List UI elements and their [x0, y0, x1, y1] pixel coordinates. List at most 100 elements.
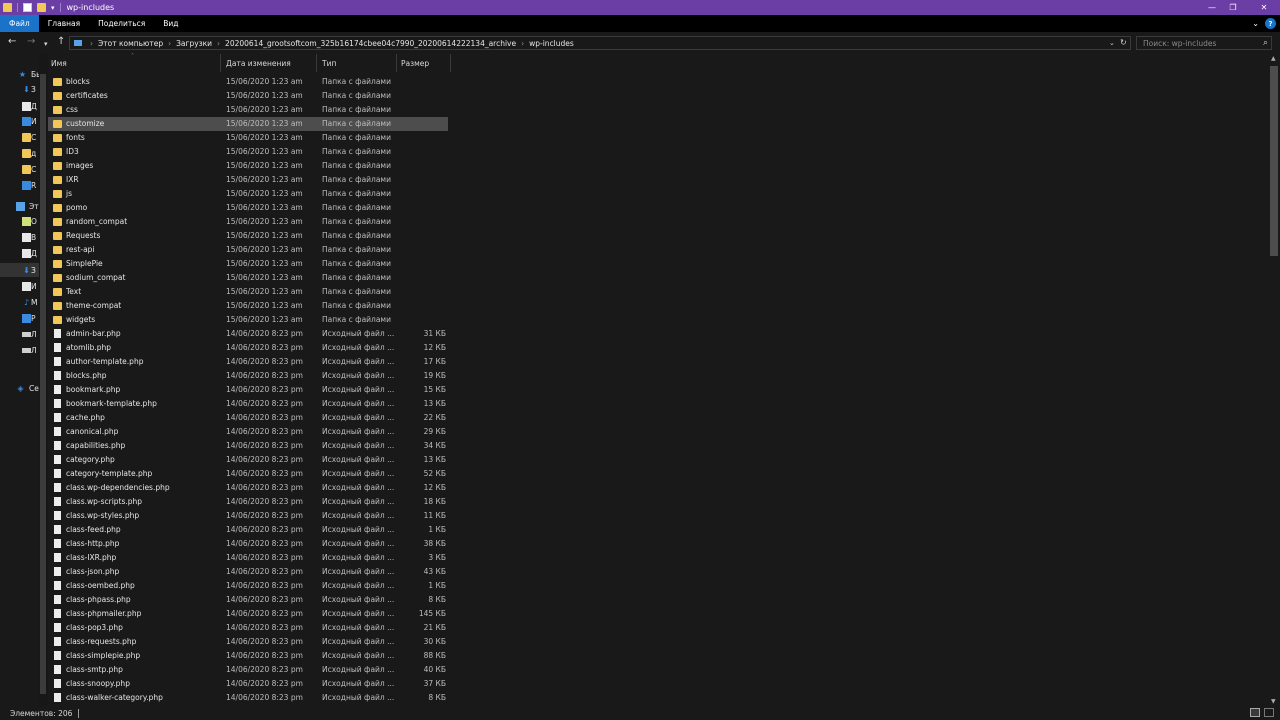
file-row[interactable]: canonical.php 14/06/2020 8:23 pm Исходный … [48, 425, 448, 439]
column-header-name[interactable]: Имя [51, 54, 219, 72]
refresh-icon[interactable]: ↻ [1120, 38, 1127, 47]
file-list-scrollbar[interactable]: ▲ ▼ [1268, 54, 1280, 706]
tab-home[interactable]: Главная [39, 15, 89, 32]
file-row[interactable]: class-pop3.php 14/06/2020 8:23 pm Исходный… [48, 621, 448, 635]
nav-item-drive[interactable]: Л [0, 327, 39, 341]
folder-row[interactable]: js 15/06/2020 1:23 am Папка с файлами [48, 187, 448, 201]
folder-row[interactable]: css 15/06/2020 1:23 am Папка с файлами [48, 103, 448, 117]
file-row[interactable]: class.wp-styles.php 14/06/2020 8:23 pm Исх… [48, 509, 448, 523]
nav-item-3d-objects[interactable]: О [0, 214, 39, 228]
maximize-button[interactable]: ❐ [1217, 0, 1249, 15]
back-arrow-icon[interactable]: ← [8, 36, 16, 48]
folder-row[interactable]: blocks 15/06/2020 1:23 am Папка с файлами [48, 75, 448, 89]
file-row[interactable]: class-smtp.php 14/06/2020 8:23 pm Исходный… [48, 663, 448, 677]
nav-item-documents[interactable]: Д [0, 246, 39, 260]
nav-item-quick-access[interactable]: ★ Бы [0, 67, 39, 81]
tab-view[interactable]: Вид [154, 15, 187, 32]
folder-row[interactable]: SimplePie 15/06/2020 1:23 am Папка с файла… [48, 257, 448, 271]
divider[interactable] [220, 54, 221, 72]
nav-item-folder[interactable]: д [0, 146, 39, 160]
file-row[interactable]: blocks.php 14/06/2020 8:23 pm Исходный фай… [48, 369, 448, 383]
large-icons-view-icon[interactable] [1264, 708, 1274, 717]
folder-row[interactable]: random_compat 15/06/2020 1:23 am Папка с ф… [48, 215, 448, 229]
file-row[interactable]: capabilities.php 14/06/2020 8:23 pm Исходн… [48, 439, 448, 453]
divider[interactable] [316, 54, 317, 72]
divider[interactable] [450, 54, 451, 72]
tab-share[interactable]: Поделиться [89, 15, 154, 32]
nav-item-this-pc[interactable]: Эт [0, 199, 39, 213]
folder-row[interactable]: customize 15/06/2020 1:23 am Папка с файла… [48, 117, 448, 131]
file-row[interactable]: class-walker-category.php 14/06/2020 8:23… [48, 691, 448, 705]
file-row[interactable]: class-simplepie.php 14/06/2020 8:23 pm Исх… [48, 649, 448, 663]
scroll-up-icon[interactable]: ▲ [1271, 55, 1276, 62]
forward-arrow-icon[interactable]: → [27, 36, 35, 48]
search-input[interactable]: Поиск: wp-includes ⌕ [1136, 36, 1272, 50]
breadcrumb-item[interactable]: 20200614_grootsoftcom_325b16174cbee04c79… [225, 39, 516, 48]
file-row[interactable]: category.php 14/06/2020 8:23 pm Исходный ф… [48, 453, 448, 467]
nav-item-documents[interactable]: Д [0, 99, 39, 113]
divider[interactable] [396, 54, 397, 72]
column-header-date[interactable]: Дата изменения [226, 54, 316, 72]
file-row[interactable]: bookmark.php 14/06/2020 8:23 pm Исходный ф… [48, 383, 448, 397]
scroll-down-icon[interactable]: ▼ [1271, 698, 1276, 705]
file-row[interactable]: category-template.php 14/06/2020 8:23 pm И… [48, 467, 448, 481]
file-row[interactable]: bookmark-template.php 14/06/2020 8:23 pm И… [48, 397, 448, 411]
file-row[interactable]: class-oembed.php 14/06/2020 8:23 pm Исходн… [48, 579, 448, 593]
folder-row[interactable]: IXR 15/06/2020 1:23 am Папка с файлами [48, 173, 448, 187]
folder-row[interactable]: fonts 15/06/2020 1:23 am Папка с файлами [48, 131, 448, 145]
breadcrumb-item[interactable]: Загрузки [176, 39, 212, 48]
file-row[interactable]: class-phpmailer.php 14/06/2020 8:23 pm Исх… [48, 607, 448, 621]
up-arrow-icon[interactable]: ↑ [57, 36, 65, 48]
address-bar[interactable]: › Этот компьютер › Загрузки › 20200614_g… [69, 36, 1131, 50]
details-view-icon[interactable] [1250, 708, 1260, 717]
address-dropdown-icon[interactable]: ⌄ [1109, 39, 1115, 47]
nav-item-monitor[interactable]: R [0, 178, 39, 192]
folder-row[interactable]: sodium_compat 15/06/2020 1:23 am Папка с ф… [48, 271, 448, 285]
nav-item-network[interactable]: ◈ Се [0, 381, 39, 395]
folder-row[interactable]: Requests 15/06/2020 1:23 am Папка с файлам… [48, 229, 448, 243]
breadcrumb-item[interactable]: Этот компьютер [98, 39, 163, 48]
nav-item-downloads[interactable]: ⬇ З [0, 263, 39, 277]
file-row[interactable]: class-feed.php 14/06/2020 8:23 pm Исходный… [48, 523, 448, 537]
nav-item-desktop[interactable]: Р [0, 311, 39, 325]
scrollbar-thumb[interactable] [40, 74, 46, 694]
nav-item-video[interactable]: В [0, 230, 39, 244]
breadcrumb-item[interactable]: wp-includes [529, 39, 574, 48]
new-folder-icon[interactable] [37, 3, 46, 12]
folder-row[interactable]: images 15/06/2020 1:23 am Папка с файлами [48, 159, 448, 173]
close-button[interactable]: ✕ [1248, 0, 1280, 15]
folder-row[interactable]: Text 15/06/2020 1:23 am Папка с файлами [48, 285, 448, 299]
recent-locations-icon[interactable]: ▾ [44, 38, 48, 50]
help-icon[interactable]: ? [1265, 18, 1276, 29]
file-row[interactable]: class-http.php 14/06/2020 8:23 pm Исходный… [48, 537, 448, 551]
folder-row[interactable]: pomo 15/06/2020 1:23 am Папка с файлами [48, 201, 448, 215]
file-row[interactable]: class-json.php 14/06/2020 8:23 pm Исходный… [48, 565, 448, 579]
file-row[interactable]: class.wp-scripts.php 14/06/2020 8:23 pm Ис… [48, 495, 448, 509]
file-row[interactable]: class-requests.php 14/06/2020 8:23 pm Исхо… [48, 635, 448, 649]
scrollbar-thumb[interactable] [1270, 66, 1278, 256]
expand-ribbon-icon[interactable]: ⌄ [1252, 19, 1259, 28]
nav-item-music[interactable]: ♪ М [0, 295, 39, 309]
folder-row[interactable]: rest-api 15/06/2020 1:23 am Папка с файлам… [48, 243, 448, 257]
nav-item-folder[interactable]: С [0, 130, 39, 144]
file-row[interactable]: admin-bar.php 14/06/2020 8:23 pm Исходный … [48, 327, 448, 341]
file-row[interactable]: class-snoopy.php 14/06/2020 8:23 pm Исходн… [48, 677, 448, 691]
tab-file[interactable]: Файл [0, 15, 39, 32]
properties-icon[interactable] [23, 3, 32, 12]
customize-toolbar-icon[interactable]: ▾ [51, 4, 55, 12]
nav-pane-scrollbar[interactable] [39, 54, 48, 706]
nav-item-pictures[interactable]: И [0, 279, 39, 293]
file-row[interactable]: author-template.php 14/06/2020 8:23 pm Исх… [48, 355, 448, 369]
column-header-size[interactable]: Размер [401, 54, 449, 72]
file-row[interactable]: atomlib.php 14/06/2020 8:23 pm Исходный фа… [48, 341, 448, 355]
nav-item-drive[interactable]: Л [0, 343, 39, 357]
folder-row[interactable]: certificates 15/06/2020 1:23 am Папка с фа… [48, 89, 448, 103]
file-row[interactable]: class-phpass.php 14/06/2020 8:23 pm Исходн… [48, 593, 448, 607]
file-row[interactable]: class.wp-dependencies.php 14/06/2020 8:23… [48, 481, 448, 495]
file-row[interactable]: cache.php 14/06/2020 8:23 pm Исходный файл… [48, 411, 448, 425]
file-row[interactable]: class-IXR.php 14/06/2020 8:23 pm Исходный … [48, 551, 448, 565]
nav-item-pictures[interactable]: И [0, 114, 39, 128]
nav-item-downloads[interactable]: ⬇ З [0, 82, 39, 96]
folder-row[interactable]: widgets 15/06/2020 1:23 am Папка с файлами [48, 313, 448, 327]
nav-item-folder[interactable]: С [0, 162, 39, 176]
